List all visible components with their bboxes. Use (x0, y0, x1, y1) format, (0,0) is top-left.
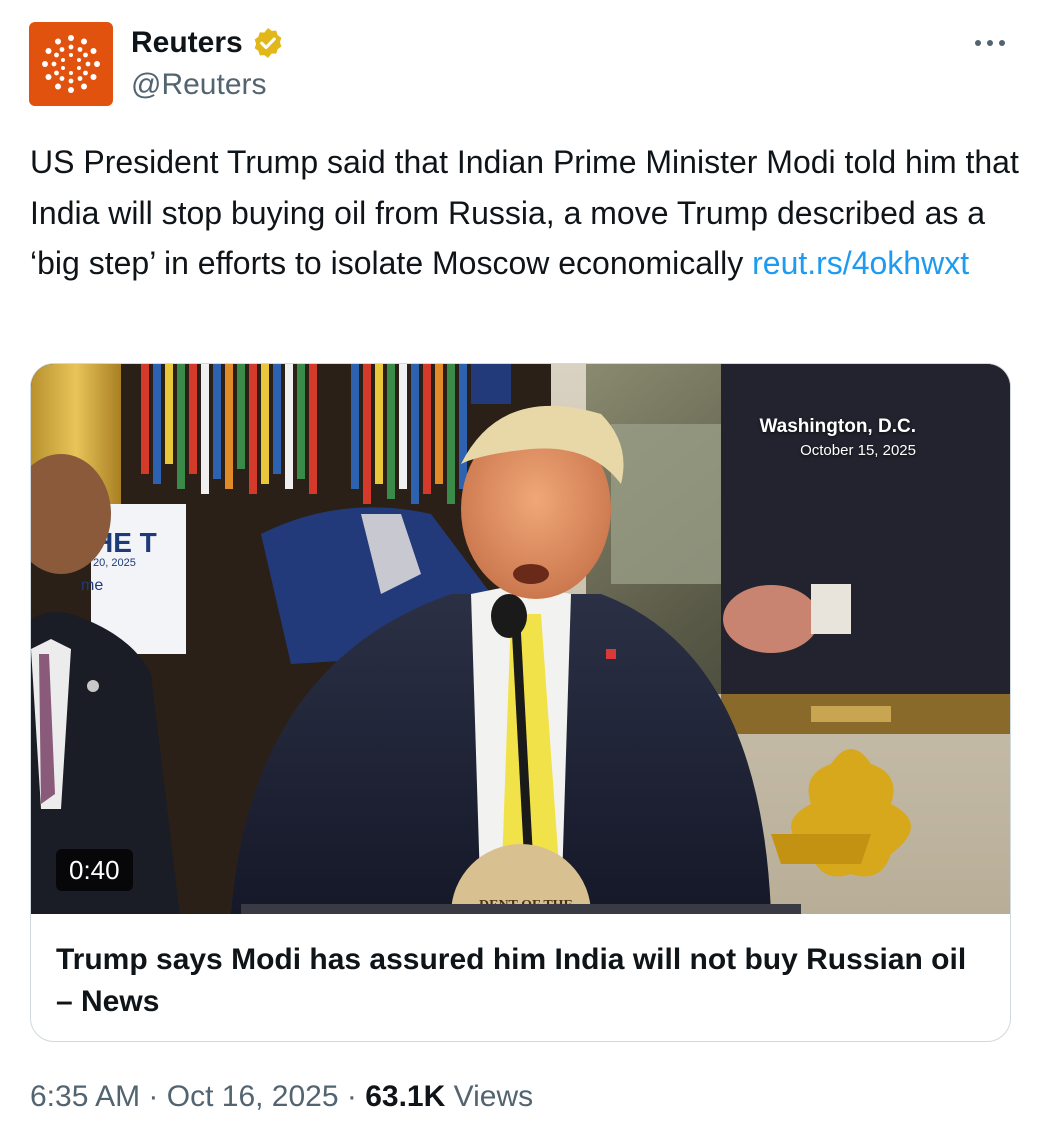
reuters-logo-icon[interactable] (29, 22, 113, 106)
link-card[interactable]: HE T 20, 2025 me Washington, D.C. Octobe… (30, 363, 1011, 1042)
tweet-date[interactable]: Oct 16, 2025 (167, 1080, 339, 1113)
tweet-time[interactable]: 6:35 AM (30, 1080, 140, 1113)
more-options-icon[interactable] (968, 30, 1012, 56)
author-name[interactable]: Reuters (131, 26, 285, 60)
verified-badge-icon (254, 28, 282, 58)
tweet: Reuters @Reuters US President Trump said… (0, 0, 1040, 1129)
video-date: October 15, 2025 (800, 442, 916, 459)
video-thumbnail[interactable]: HE T 20, 2025 me Washington, D.C. Octobe… (31, 364, 1010, 914)
views-count: 63.1K (365, 1080, 446, 1113)
views-label: Views (453, 1080, 534, 1113)
meta-separator-2: · (338, 1080, 366, 1113)
backdrop-date: 20, 2025 (93, 557, 136, 569)
reuters-dots-icon (42, 35, 100, 93)
card-title[interactable]: Trump says Modi has assured him India wi… (56, 939, 986, 1023)
author-name-label: Reuters (131, 26, 243, 59)
video-duration-badge: 0:40 (56, 849, 133, 891)
video-location: Washington, D.C. (759, 416, 916, 437)
tweet-link[interactable]: reut.rs/4okhwxt (752, 245, 969, 281)
meta-separator: · (140, 1080, 167, 1113)
backdrop-sub: me (81, 577, 103, 594)
tweet-text: US President Trump said that Indian Prim… (30, 137, 1020, 289)
author-handle[interactable]: @Reuters (131, 68, 267, 102)
video-location-overlay: Washington, D.C. October 15, 2025 (759, 416, 916, 459)
tweet-meta: 6:35 AM · Oct 16, 2025 · 63.1K Views (30, 1080, 533, 1114)
